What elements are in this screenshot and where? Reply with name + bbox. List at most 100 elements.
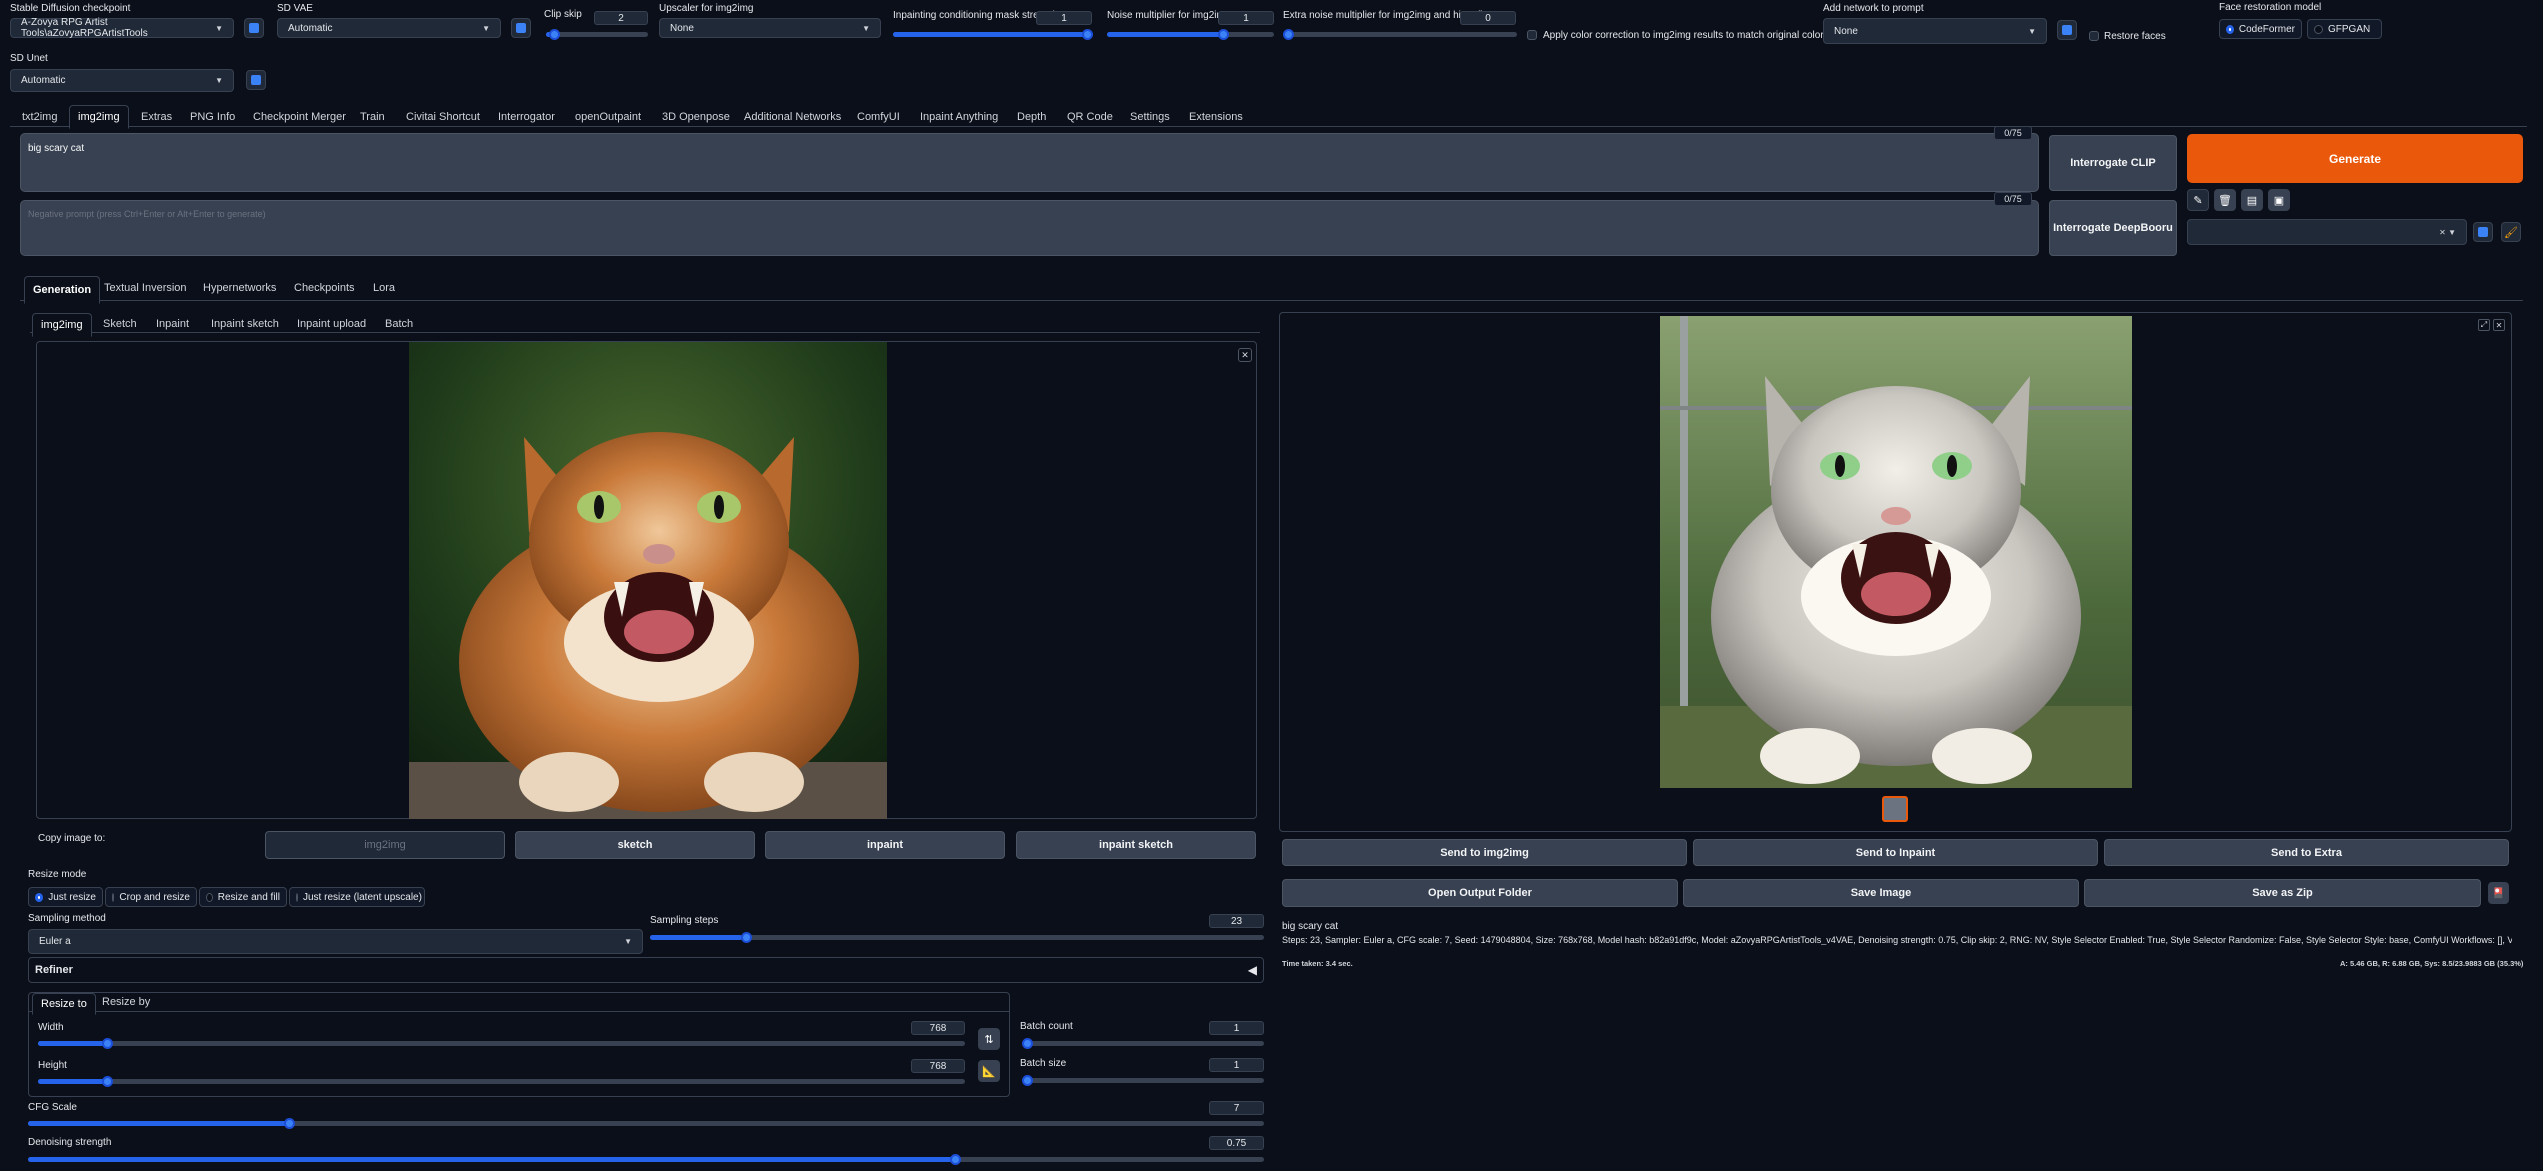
sampling-steps-slider[interactable]: [650, 932, 1264, 943]
clear-prompt-button[interactable]: 🗑: [2214, 189, 2236, 211]
unet-select[interactable]: Automatic ▼: [10, 69, 234, 92]
noise-mult-input[interactable]: 1: [1218, 11, 1274, 25]
width-input[interactable]: 768: [911, 1021, 965, 1035]
tab-txt2img[interactable]: txt2img: [22, 111, 57, 123]
copy-to-img2img-button[interactable]: img2img: [265, 831, 505, 859]
radio-crop-and-resize[interactable]: Crop and resize: [105, 887, 197, 907]
tab-resize-to[interactable]: Resize to: [32, 993, 96, 1015]
upscaler-select[interactable]: None ▼: [659, 18, 881, 38]
radio-latent-upscale[interactable]: Just resize (latent upscale): [289, 887, 425, 907]
width-slider[interactable]: [38, 1038, 965, 1049]
sampling-method-select[interactable]: Euler a ▼: [28, 929, 643, 954]
interrogate-deepbooru-button[interactable]: Interrogate DeepBooru: [2049, 200, 2177, 256]
send-to-img2img-button[interactable]: Send to img2img: [1282, 839, 1687, 866]
tab-mode-inpaint-sketch[interactable]: Inpaint sketch: [211, 318, 279, 330]
vae-select[interactable]: Automatic ▼: [277, 18, 501, 38]
copy-to-inpaint-sketch-button[interactable]: inpaint sketch: [1016, 831, 1256, 859]
batch-count-slider[interactable]: [1022, 1038, 1264, 1049]
save-as-zip-button[interactable]: Save as Zip: [2084, 879, 2481, 907]
interrogate-clip-button[interactable]: Interrogate CLIP: [2049, 135, 2177, 191]
slider-handle[interactable]: [1022, 1038, 1033, 1049]
tab-settings[interactable]: Settings: [1130, 111, 1170, 123]
batch-count-input[interactable]: 1: [1209, 1021, 1264, 1035]
batch-size-input[interactable]: 1: [1209, 1058, 1264, 1072]
tab-mode-inpaint[interactable]: Inpaint: [156, 318, 189, 330]
tab-mode-sketch[interactable]: Sketch: [103, 318, 137, 330]
extra-noise-slider[interactable]: [1283, 29, 1517, 40]
cfg-scale-slider[interactable]: [28, 1118, 1264, 1129]
restore-faces-checkbox[interactable]: [2089, 31, 2099, 41]
tab-img2img[interactable]: img2img: [69, 105, 129, 129]
tab-train[interactable]: Train: [360, 111, 385, 123]
sampling-steps-input[interactable]: 23: [1209, 914, 1264, 928]
slider-handle[interactable]: [1283, 29, 1294, 40]
cfg-scale-input[interactable]: 7: [1209, 1101, 1264, 1115]
tab-checkpoint-merger[interactable]: Checkpoint Merger: [253, 111, 346, 123]
tab-extensions[interactable]: Extensions: [1189, 111, 1243, 123]
tab-openoutpaint[interactable]: openOutpaint: [575, 111, 641, 123]
refresh-network-button[interactable]: [2057, 20, 2077, 40]
slider-handle[interactable]: [950, 1154, 961, 1165]
tab-generation[interactable]: Generation: [24, 276, 101, 304]
copy-to-sketch-button[interactable]: sketch: [515, 831, 755, 859]
slider-handle[interactable]: [102, 1038, 113, 1049]
tab-lora[interactable]: Lora: [373, 282, 395, 294]
radio-gfpgan[interactable]: GFPGAN: [2307, 19, 2382, 39]
tab-interrogator[interactable]: Interrogator: [498, 111, 555, 123]
swap-dimensions-button[interactable]: ⇅: [978, 1028, 1000, 1050]
fullscreen-icon[interactable]: ⤢: [2478, 319, 2490, 331]
slider-handle[interactable]: [102, 1076, 113, 1087]
clip-skip-slider[interactable]: [546, 29, 648, 40]
extra-networks-button[interactable]: 🎴: [2488, 882, 2509, 904]
tab-3d-openpose[interactable]: 3D Openpose: [662, 111, 730, 123]
tab-additional-networks[interactable]: Additional Networks: [744, 111, 841, 123]
save-image-button[interactable]: Save Image: [1683, 879, 2079, 907]
output-image[interactable]: [1660, 316, 2132, 788]
gallery-thumbnail[interactable]: [1882, 796, 1908, 822]
image-upload-area[interactable]: ✕: [36, 341, 1257, 819]
refresh-vae-button[interactable]: [511, 18, 531, 38]
height-slider[interactable]: [38, 1076, 965, 1087]
generate-button[interactable]: Generate: [2187, 134, 2523, 183]
denoising-slider[interactable]: [28, 1154, 1264, 1165]
edit-styles-button[interactable]: 🖌: [2501, 222, 2521, 242]
refresh-styles-button[interactable]: [2473, 222, 2493, 242]
send-to-inpaint-button[interactable]: Send to Inpaint: [1693, 839, 2098, 866]
height-input[interactable]: 768: [911, 1059, 965, 1073]
slider-handle[interactable]: [549, 29, 560, 40]
close-icon[interactable]: ✕: [2493, 319, 2505, 331]
refresh-unet-button[interactable]: [246, 70, 266, 90]
tab-textual-inversion[interactable]: Textual Inversion: [104, 282, 187, 294]
close-icon[interactable]: ✕: [1238, 348, 1252, 362]
styles-select[interactable]: ✕ ▼: [2187, 219, 2467, 245]
prompt-textarea[interactable]: big scary cat: [20, 133, 2039, 192]
tab-resize-by[interactable]: Resize by: [102, 996, 150, 1008]
send-to-extras-button[interactable]: Send to Extra: [2104, 839, 2509, 866]
slider-handle[interactable]: [1022, 1075, 1033, 1086]
tab-mode-inpaint-upload[interactable]: Inpaint upload: [297, 318, 366, 330]
save-style-button[interactable]: ▣: [2268, 189, 2290, 211]
denoising-input[interactable]: 0.75: [1209, 1136, 1264, 1150]
color-correction-checkbox[interactable]: [1527, 30, 1537, 40]
tab-png-info[interactable]: PNG Info: [190, 111, 235, 123]
tab-extras[interactable]: Extras: [141, 111, 172, 123]
refresh-checkpoint-button[interactable]: [244, 18, 264, 38]
checkpoint-select[interactable]: A-Zovya RPG Artist Tools\aZovyaRPGArtist…: [10, 17, 234, 39]
radio-codeformer[interactable]: CodeFormer: [2219, 19, 2302, 39]
inpaint-mask-slider[interactable]: [893, 29, 1093, 40]
tab-qr-code[interactable]: QR Code: [1067, 111, 1113, 123]
tab-mode-img2img[interactable]: img2img: [32, 313, 92, 337]
copy-to-inpaint-button[interactable]: inpaint: [765, 831, 1005, 859]
tab-comfyui[interactable]: ComfyUI: [857, 111, 900, 123]
tab-checkpoints[interactable]: Checkpoints: [294, 282, 355, 294]
radio-resize-and-fill[interactable]: Resize and fill: [199, 887, 287, 907]
slider-handle[interactable]: [284, 1118, 295, 1129]
refiner-accordion[interactable]: Refiner ◀: [28, 957, 1264, 983]
extra-noise-input[interactable]: 0: [1460, 11, 1516, 25]
batch-size-slider[interactable]: [1022, 1075, 1264, 1086]
detect-size-button[interactable]: 📐: [978, 1060, 1000, 1082]
clip-skip-input[interactable]: 2: [594, 11, 648, 25]
noise-mult-slider[interactable]: [1107, 29, 1274, 40]
tab-mode-batch[interactable]: Batch: [385, 318, 413, 330]
open-output-folder-button[interactable]: Open Output Folder: [1282, 879, 1678, 907]
